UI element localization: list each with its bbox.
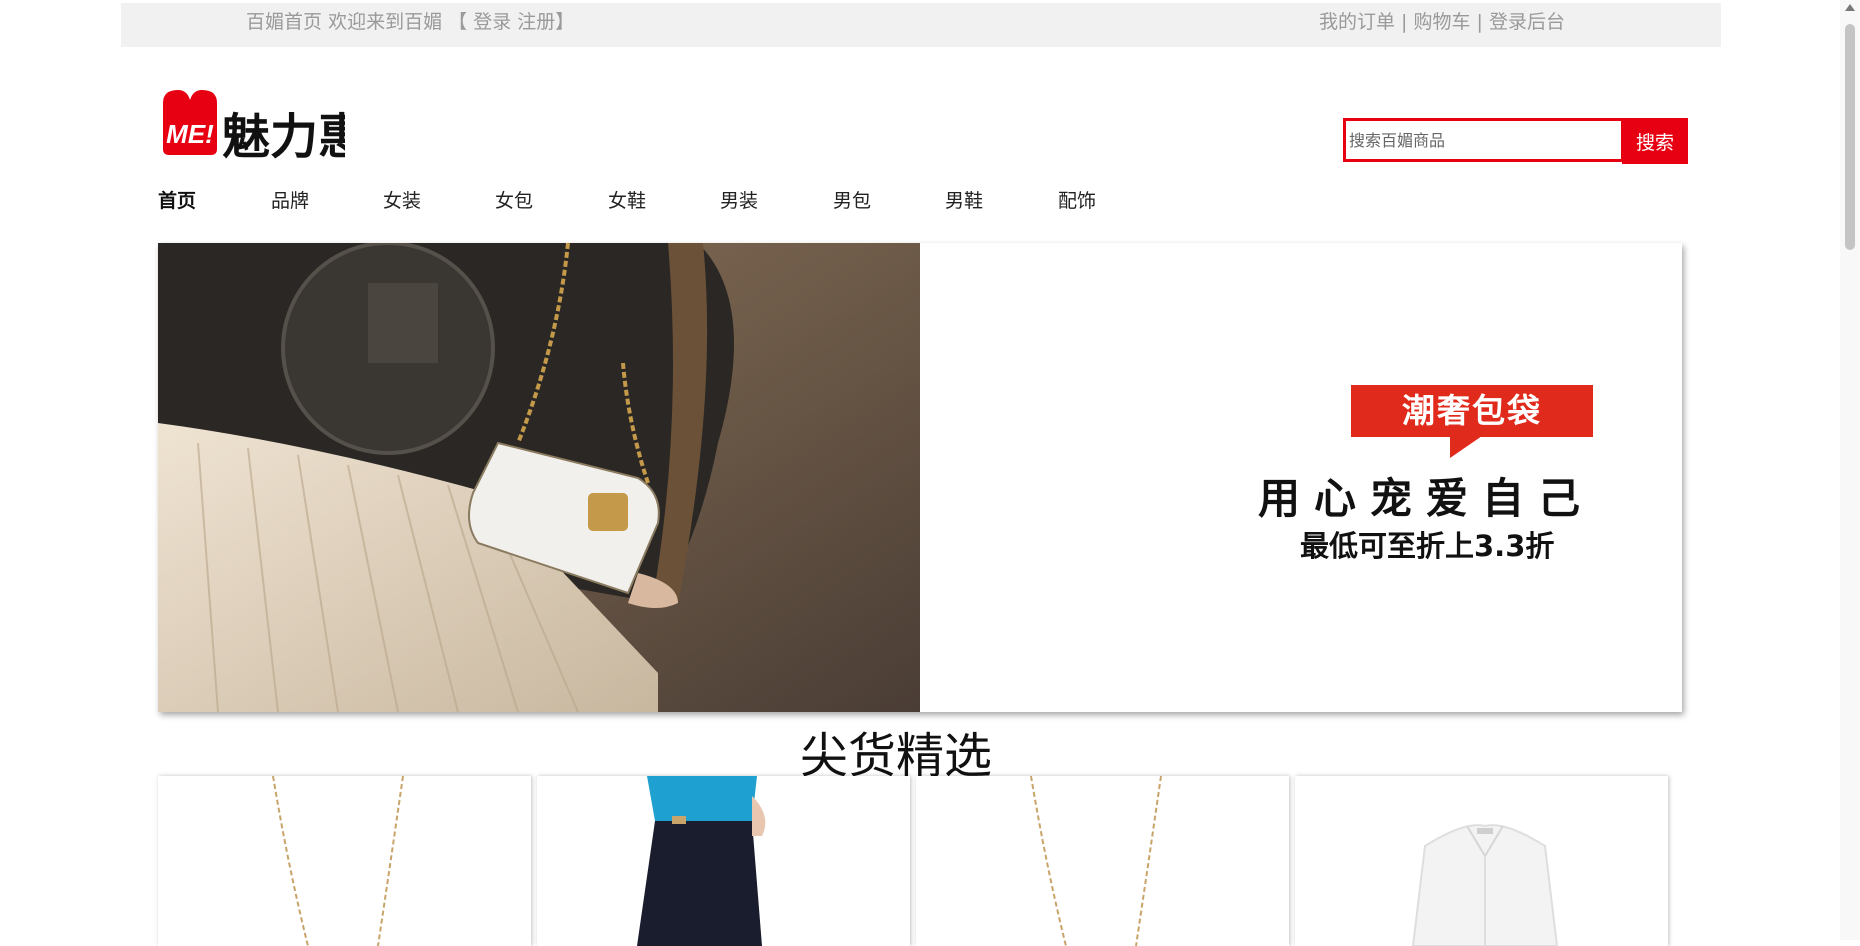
login-link[interactable]: 登录 xyxy=(473,11,511,33)
nav-item-womens-clothing[interactable]: 女装 xyxy=(383,186,421,213)
promo-tag: 潮奢包袋 xyxy=(1351,385,1593,437)
nav-item-home[interactable]: 首页 xyxy=(158,186,196,213)
page-scrollbar[interactable] xyxy=(1840,0,1860,940)
top-bar: 百媚首页 欢迎来到百媚 【 登录 注册】 我的订单 | 购物车 | 登录后台 xyxy=(121,3,1721,47)
search-input[interactable] xyxy=(1343,118,1624,162)
product-card[interactable] xyxy=(158,776,531,946)
bracket-open: 【 xyxy=(448,11,468,33)
nav-item-mens-bags[interactable]: 男包 xyxy=(833,186,871,213)
product-grid xyxy=(158,776,1668,946)
my-orders-link[interactable]: 我的订单 xyxy=(1319,11,1395,33)
promo-tag-pointer xyxy=(1450,436,1482,458)
search-button[interactable]: 搜索 xyxy=(1622,118,1688,164)
svg-text:ME!: ME! xyxy=(166,119,214,149)
home-link[interactable]: 百媚首页 xyxy=(246,11,322,33)
product-image xyxy=(1030,776,1162,946)
top-bar-right: 我的订单 | 购物车 | 登录后台 xyxy=(1319,3,1565,41)
bracket-close: 】 xyxy=(555,11,575,33)
nav-item-womens-shoes[interactable]: 女鞋 xyxy=(608,186,646,213)
product-card[interactable] xyxy=(916,776,1289,946)
logo-heart-icon: ME! 魅力惠 xyxy=(163,90,366,165)
scrollbar-thumb[interactable] xyxy=(1845,24,1855,250)
banner-photo xyxy=(158,243,920,712)
nav-item-brand[interactable]: 品牌 xyxy=(271,186,309,213)
separator: | xyxy=(1401,11,1408,33)
separator: | xyxy=(1476,11,1483,33)
promo-headline: 用心宠爱自己 xyxy=(1258,474,1595,523)
svg-text:魅力惠: 魅力惠 xyxy=(222,109,345,162)
nav-item-womens-bags[interactable]: 女包 xyxy=(495,186,533,213)
nav-item-accessories[interactable]: 配饰 xyxy=(1058,186,1096,213)
scroll-up-arrow-icon[interactable] xyxy=(1845,4,1855,11)
register-link[interactable]: 注册 xyxy=(517,11,555,33)
top-bar-left: 百媚首页 欢迎来到百媚 【 登录 注册】 xyxy=(246,3,574,41)
welcome-text: 欢迎来到百媚 xyxy=(328,11,443,33)
site-logo[interactable]: ME! 魅力惠 xyxy=(160,87,366,165)
hero-banner[interactable]: 潮奢包袋 用心宠爱自己 最低可至折上3.3折 xyxy=(158,243,1682,712)
admin-login-link[interactable]: 登录后台 xyxy=(1489,11,1565,33)
product-image xyxy=(637,776,766,946)
product-card[interactable] xyxy=(537,776,910,946)
nav-item-mens-clothing[interactable]: 男装 xyxy=(720,186,758,213)
product-card[interactable] xyxy=(1295,776,1668,946)
cart-link[interactable]: 购物车 xyxy=(1413,11,1470,33)
product-image xyxy=(1411,824,1559,946)
product-image xyxy=(272,776,404,946)
banner-promo: 潮奢包袋 用心宠爱自己 最低可至折上3.3折 xyxy=(920,243,1682,712)
promo-subline: 最低可至折上3.3折 xyxy=(1300,529,1555,563)
search-box: 搜索 xyxy=(1343,118,1688,164)
nav-item-mens-shoes[interactable]: 男鞋 xyxy=(945,186,983,213)
